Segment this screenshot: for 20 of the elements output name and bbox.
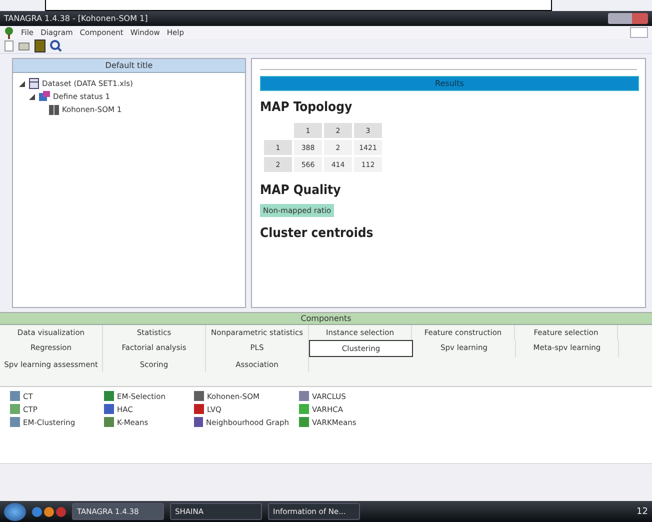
window-title: TANAGRA 1.4.38 - [Kohonen-SOM 1] — [4, 14, 148, 23]
open-icon[interactable] — [18, 40, 30, 52]
collapse-icon[interactable] — [29, 94, 36, 100]
diagram-title: Default title — [13, 59, 245, 73]
status-icon — [39, 91, 50, 102]
table-icon — [29, 78, 39, 89]
section-heading: Cluster centroids — [260, 226, 374, 241]
grid-icon — [49, 104, 59, 114]
new-icon[interactable] — [4, 40, 14, 52]
save-icon[interactable] — [34, 39, 46, 53]
section-heading: MAP Topology — [260, 100, 352, 115]
collapse-icon[interactable] — [19, 80, 26, 86]
quick-launch-icon[interactable] — [32, 506, 66, 518]
start-button[interactable] — [4, 502, 26, 520]
search-icon[interactable] — [50, 40, 62, 52]
clock: 12 — [636, 506, 648, 516]
components-title: Components — [0, 313, 652, 325]
results-banner: Results — [260, 76, 639, 91]
tree-icon — [4, 26, 14, 38]
section-heading: MAP Quality — [260, 183, 341, 198]
